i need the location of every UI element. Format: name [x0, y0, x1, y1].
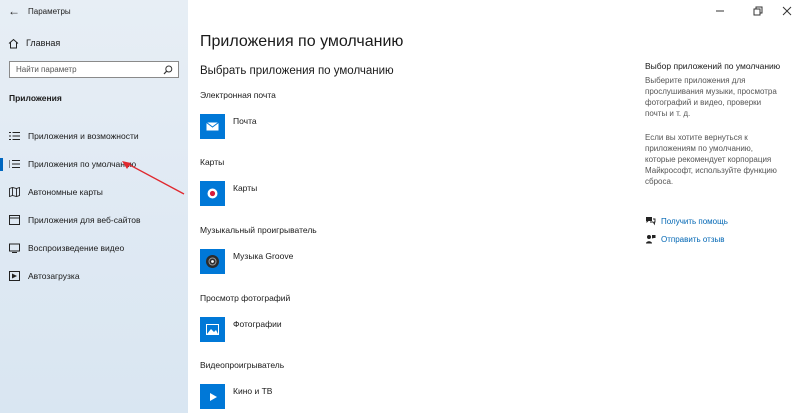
sidebar-item-apps-features[interactable]: Приложения и возможности	[0, 122, 188, 150]
nav-list: Приложения и возможности Приложения по у…	[0, 122, 188, 290]
web-apps-icon	[0, 215, 28, 225]
app-name: Фотографии	[233, 318, 282, 329]
minimize-button[interactable]	[705, 0, 735, 22]
app-name: Музыка Groove	[233, 250, 294, 261]
section-title: Приложения	[9, 93, 62, 103]
default-email-app[interactable]: Почта	[200, 114, 276, 139]
related-info: Выбор приложений по умолчанию Выберите п…	[645, 61, 785, 187]
nav-home[interactable]: Главная	[0, 34, 188, 52]
sidebar-item-label: Приложения и возможности	[28, 131, 139, 141]
sidebar-item-label: Приложения для веб-сайтов	[28, 215, 141, 225]
video-icon	[0, 243, 28, 253]
sidebar-item-label: Автозагрузка	[28, 271, 80, 281]
search-icon[interactable]	[158, 65, 178, 75]
sidebar-item-label: Автономные карты	[28, 187, 103, 197]
search-box[interactable]	[9, 61, 179, 78]
category-label: Музыкальный проигрыватель	[200, 225, 317, 235]
sidebar-item-startup[interactable]: Автозагрузка	[0, 262, 188, 290]
default-music-group: Музыкальный проигрыватель Музыка Groove	[200, 225, 317, 274]
page-title: Приложения по умолчанию	[200, 33, 404, 50]
category-label: Карты	[200, 157, 225, 167]
category-label: Видеопроигрыватель	[200, 360, 285, 370]
send-feedback-link[interactable]: Отправить отзыв	[645, 234, 725, 244]
sidebar-item-video-playback[interactable]: Воспроизведение видео	[0, 234, 188, 262]
home-icon	[0, 38, 26, 49]
title-bar: ← Параметры	[0, 0, 188, 22]
restore-button[interactable]	[743, 0, 773, 22]
sidebar: ← Параметры Главная Приложения Приложени…	[0, 0, 188, 413]
map-icon	[0, 187, 28, 197]
description-text: Выберите приложения для прослушивания му…	[645, 76, 777, 118]
default-music-app[interactable]: Музыка Groove	[200, 249, 317, 274]
feedback-icon	[645, 234, 661, 244]
annotation-arrow	[122, 161, 185, 195]
app-name: Почта	[233, 115, 257, 126]
help-chat-icon	[645, 216, 661, 226]
photos-app-icon	[200, 317, 225, 342]
maps-app-icon	[200, 181, 225, 206]
back-arrow-icon: ←	[8, 4, 20, 18]
window-title: Параметры	[28, 6, 71, 16]
search-input[interactable]	[10, 65, 158, 74]
close-button[interactable]	[772, 0, 800, 22]
list-icon	[0, 131, 28, 141]
restore-icon	[753, 6, 763, 16]
startup-icon	[0, 271, 28, 281]
back-button[interactable]: ←	[0, 0, 28, 22]
category-label: Электронная почта	[200, 90, 276, 100]
minimize-icon	[716, 10, 724, 12]
default-video-group: Видеопроигрыватель Кино и ТВ	[200, 360, 284, 409]
category-label: Просмотр фотографий	[200, 293, 291, 303]
sidebar-item-label: Воспроизведение видео	[28, 243, 125, 253]
app-name: Карты	[233, 182, 258, 193]
default-photos-app[interactable]: Фотографии	[200, 317, 290, 342]
default-video-app[interactable]: Кино и ТВ	[200, 384, 284, 409]
default-email-group: Электронная почта Почта	[200, 90, 276, 139]
sidebar-item-web-apps[interactable]: Приложения для веб-сайтов	[0, 206, 188, 234]
close-icon	[782, 6, 792, 16]
section-subtitle: Выбрать приложения по умолчанию	[200, 65, 394, 77]
related-title: Выбор приложений по умолчанию	[645, 61, 781, 71]
get-help-link[interactable]: Получить помощь	[645, 216, 728, 226]
default-apps-icon	[0, 159, 28, 169]
groove-music-icon	[200, 249, 225, 274]
app-name: Кино и ТВ	[233, 385, 273, 396]
reset-hint-text: Если вы хотите вернуться к приложениям п…	[645, 133, 777, 186]
default-maps-group: Карты Карты	[200, 157, 257, 206]
nav-home-label: Главная	[26, 38, 61, 48]
mail-app-icon	[200, 114, 225, 139]
default-photos-group: Просмотр фотографий Фотографии	[200, 293, 290, 342]
movies-tv-icon	[200, 384, 225, 409]
default-maps-app[interactable]: Карты	[200, 181, 257, 206]
